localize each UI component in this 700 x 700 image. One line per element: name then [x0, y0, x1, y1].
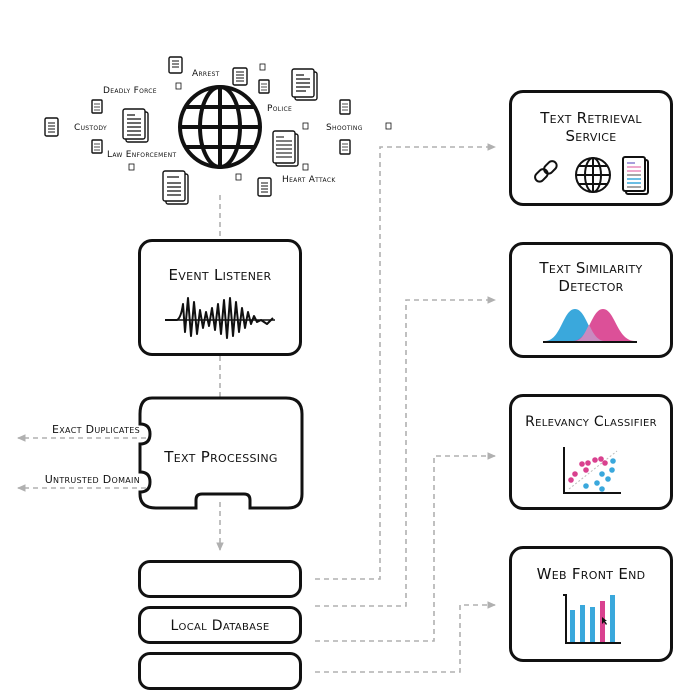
- document-icon: [91, 139, 103, 154]
- document-icon: [128, 163, 135, 171]
- text-similarity-title-line2: Detector: [558, 277, 624, 295]
- web-front-end-box[interactable]: Web Front End: [509, 546, 673, 662]
- scatter-plot-icon: [563, 447, 621, 494]
- local-database-box[interactable]: Local Database: [138, 606, 302, 644]
- relevancy-classifier-title: Relevancy Classifier: [525, 414, 657, 430]
- untrusted-domain-label: Untrusted Domain: [44, 473, 140, 486]
- retrieval-icons: [534, 156, 649, 195]
- text-retrieval-title-line2: Service: [565, 127, 617, 145]
- text-similarity-detector-box[interactable]: Text Similarity Detector: [509, 242, 673, 358]
- database-layer-top: [138, 560, 302, 598]
- connector-similarity: [315, 296, 496, 607]
- bar-chart-icon: [563, 594, 621, 644]
- web-front-end-title: Web Front End: [536, 565, 646, 583]
- document-icon: [91, 99, 103, 114]
- waveform-icon: [165, 297, 275, 339]
- keyword-label: Shooting: [326, 123, 363, 133]
- globe-icon: [575, 157, 611, 193]
- text-retrieval-title-line1: Text Retrieval: [540, 109, 642, 127]
- exact-duplicates-label: Exact Duplicates: [52, 423, 140, 436]
- keyword-label: Police: [267, 104, 293, 114]
- event-listener-box[interactable]: Event Listener: [138, 239, 302, 356]
- keyword-label: Heart Attack: [282, 175, 336, 185]
- document-icon: [162, 170, 189, 205]
- relevancy-classifier-box[interactable]: Relevancy Classifier: [509, 394, 673, 510]
- local-database-title: Local Database: [170, 618, 270, 634]
- document-icon: [291, 68, 318, 101]
- distribution-curves-icon: [543, 309, 637, 343]
- document-icon: [339, 139, 351, 155]
- database-layer-bottom: [138, 652, 302, 690]
- keyword-label: Arrest: [192, 69, 220, 79]
- document-icon: [122, 108, 149, 143]
- connector-classifier: [315, 452, 496, 642]
- document-icon: [44, 117, 59, 137]
- document-icon: [232, 67, 248, 86]
- document-icon: [385, 122, 392, 130]
- document-icon: [175, 82, 182, 90]
- document-icon: [235, 173, 242, 181]
- document-icon: [339, 99, 351, 115]
- text-similarity-title-line1: Text Similarity: [539, 259, 643, 277]
- link-icon: [534, 160, 558, 183]
- keyword-label: Deadly Force: [103, 86, 157, 96]
- document-icon: [259, 63, 266, 71]
- document-icon: [302, 163, 309, 171]
- keyword-label: Custody: [74, 123, 107, 133]
- document-icon: [302, 122, 309, 130]
- document-icon: [168, 56, 183, 74]
- event-listener-title: Event Listener: [168, 266, 272, 284]
- text-processing-title: Text Processing: [164, 448, 278, 466]
- keyword-label: Law Enforcement: [107, 150, 177, 160]
- connector-frontend: [315, 601, 496, 673]
- globe-icon: [178, 85, 262, 169]
- document-icon: [622, 156, 649, 195]
- document-icon: [257, 177, 272, 197]
- document-icon: [258, 79, 270, 94]
- document-icon: [272, 130, 299, 167]
- text-retrieval-service-box[interactable]: Text Retrieval Service: [509, 90, 673, 206]
